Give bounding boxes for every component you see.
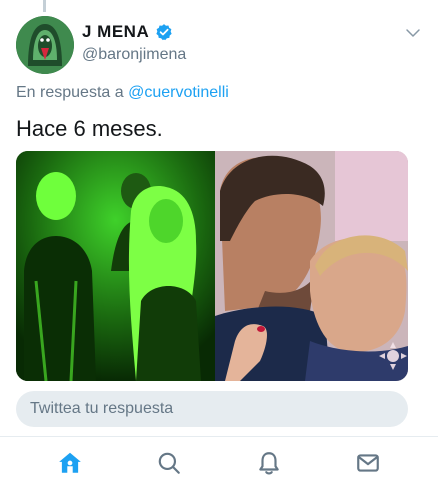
reply-mention-link[interactable]: @cuervotinelli xyxy=(128,84,229,101)
tweet-media[interactable] xyxy=(16,151,408,381)
tweet-header: J MENA @baronjimena xyxy=(16,16,422,76)
home-icon xyxy=(58,452,81,473)
reply-placeholder: Twittea tu respuesta xyxy=(30,400,174,417)
tab-messages[interactable] xyxy=(348,443,388,483)
handle[interactable]: @baronjimena xyxy=(82,46,186,64)
stage-performers-image xyxy=(16,151,215,381)
media-image-left[interactable] xyxy=(16,151,215,381)
tab-notifications[interactable] xyxy=(249,443,289,483)
mail-icon xyxy=(357,454,380,472)
chevron-down-icon[interactable] xyxy=(404,24,422,42)
display-name-text: J MENA xyxy=(82,22,150,41)
media-image-right[interactable] xyxy=(215,151,408,381)
verified-badge-icon xyxy=(156,24,172,41)
reply-context: En respuesta a @cuervotinelli xyxy=(16,84,229,102)
bottom-tabbar xyxy=(0,437,438,489)
cobra-avatar-icon xyxy=(16,16,74,74)
reply-prefix: En respuesta a xyxy=(16,84,124,101)
reply-input[interactable]: Twittea tu respuesta xyxy=(16,391,408,427)
tweet-text: Hace 6 meses. xyxy=(16,116,163,141)
author-names: J MENA @baronjimena xyxy=(82,22,186,64)
display-name[interactable]: J MENA xyxy=(82,22,186,42)
hug-photo-image xyxy=(215,151,408,381)
tab-search[interactable] xyxy=(149,443,189,483)
bell-icon xyxy=(259,452,279,475)
search-icon xyxy=(158,452,181,474)
tab-home[interactable] xyxy=(50,443,90,483)
avatar[interactable] xyxy=(16,16,74,74)
thread-line xyxy=(43,0,46,12)
